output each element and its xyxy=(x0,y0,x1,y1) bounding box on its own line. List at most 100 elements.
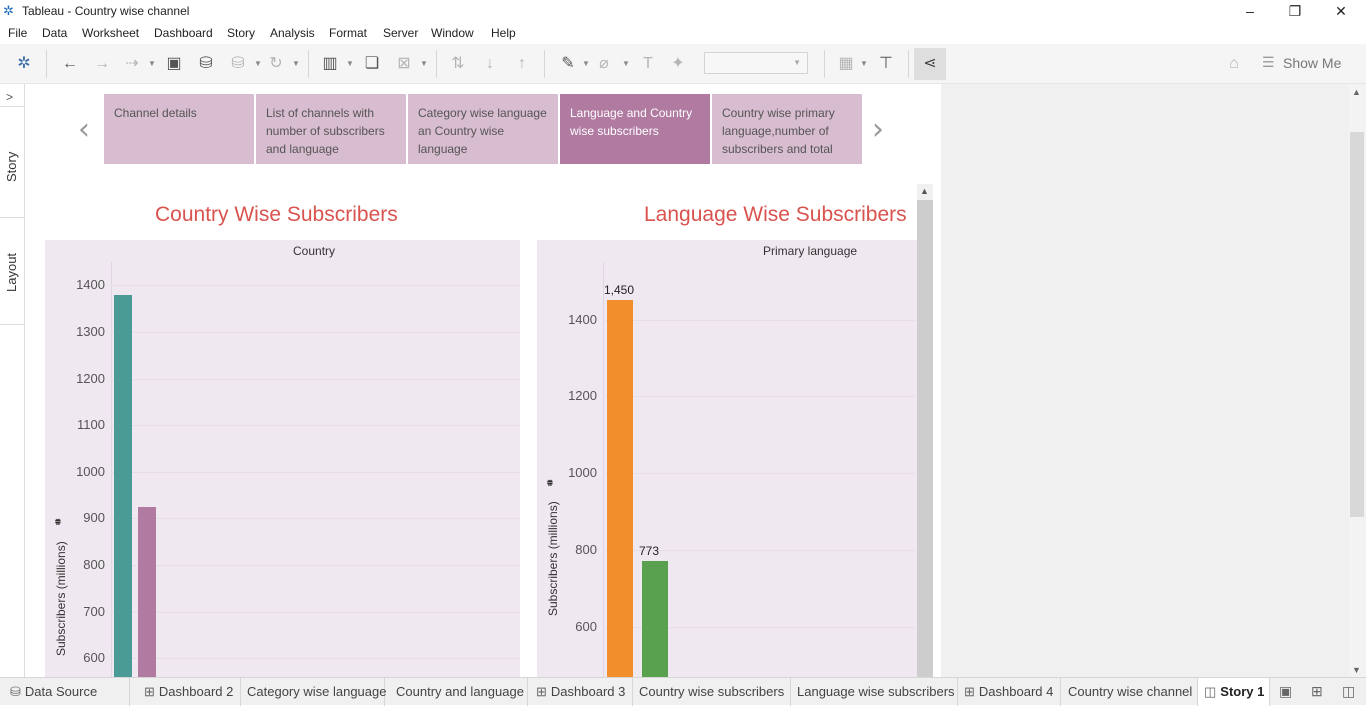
presentation-mode-icon[interactable]: ⊤ xyxy=(876,54,896,74)
bar-data-label: 773 xyxy=(639,543,660,558)
y-tick-label: 1400 xyxy=(76,277,105,293)
undo-icon[interactable]: ← xyxy=(60,54,80,74)
story-point-2[interactable]: List of channels with number of subscrib… xyxy=(256,94,406,164)
tab-dashboard-3[interactable]: ⊞ Dashboard 3 xyxy=(530,678,633,706)
sort-descending-icon[interactable]: ↑ xyxy=(512,54,532,74)
story-point-4[interactable]: Language and Country wise subscribers xyxy=(560,94,710,164)
minimize-icon[interactable]: – xyxy=(1230,1,1270,21)
restore-icon[interactable]: ❐ xyxy=(1275,1,1315,21)
chart2-y-axis-label: Subscribers (millions) xyxy=(546,501,560,616)
tab-category-wise-language[interactable]: Category wise language xyxy=(241,678,386,706)
format-painter-icon[interactable]: ⌂ xyxy=(1224,54,1244,74)
dashboard-icon: ⊞ xyxy=(144,684,155,699)
bar[interactable] xyxy=(114,294,132,677)
chart2-title: Language Wise Subscribers xyxy=(644,203,907,226)
menu-dashboard[interactable]: Dashboard xyxy=(154,26,213,40)
menu-server[interactable]: Server xyxy=(383,26,418,40)
tab-story-1[interactable]: ◫ Story 1 xyxy=(1198,678,1270,706)
right-scrollbar[interactable]: ▲ ▼ xyxy=(1349,84,1366,677)
duplicate-sheet-icon[interactable]: ❏ xyxy=(362,54,382,74)
y-tick-label: 1400 xyxy=(568,311,597,327)
menu-analysis[interactable]: Analysis xyxy=(270,26,315,40)
gridline xyxy=(603,473,915,475)
y-tick-label: 1300 xyxy=(76,323,105,339)
fit-dropdown[interactable]: ▼ xyxy=(704,52,808,74)
tab-language-wise-subscribers[interactable]: Language wise subscribers xyxy=(791,678,958,706)
swap-icon[interactable]: ⇅ xyxy=(448,54,468,74)
chart1-title: Country Wise Subscribers xyxy=(155,203,398,226)
gridline xyxy=(111,471,520,473)
y-tick-label: 1200 xyxy=(76,370,105,386)
story-point-1[interactable]: Channel details xyxy=(104,94,254,164)
story-icon: ◫ xyxy=(1204,684,1217,699)
y-tick-label: 1100 xyxy=(77,417,105,433)
menu-file[interactable]: File xyxy=(8,26,27,40)
y-tick-label: 800 xyxy=(575,542,597,558)
chart2-header: Primary language xyxy=(763,244,858,258)
tab-country-wise-subscribers[interactable]: Country wise subscribers xyxy=(633,678,791,706)
save-icon[interactable]: ▣ xyxy=(164,54,184,74)
new-worksheet-tab-icon[interactable]: ▣ xyxy=(1279,683,1292,700)
gridline xyxy=(111,285,520,287)
pin-icon[interactable]: ✦ xyxy=(668,54,688,74)
share-icon[interactable]: ⋖ xyxy=(914,48,946,80)
refresh-icon[interactable]: ↻ xyxy=(266,54,286,74)
y-tick-label: 700 xyxy=(83,603,105,619)
sort-ascending-icon[interactable]: ↓ xyxy=(480,54,500,74)
bar[interactable] xyxy=(138,506,156,677)
y-axis-line xyxy=(603,262,604,677)
previous-story-point-icon[interactable]: ‹ xyxy=(78,112,90,147)
right-scrollbar-thumb[interactable] xyxy=(1350,132,1364,517)
labels-icon[interactable]: T xyxy=(638,54,658,74)
layout-pane-tab[interactable]: Layout xyxy=(4,253,19,292)
pause-updates-icon[interactable]: ⛁ xyxy=(228,54,248,74)
clear-sheet-icon[interactable]: ⊠ xyxy=(394,54,414,74)
highlight-icon[interactable]: ✎ xyxy=(558,54,578,74)
chart1-header: Country xyxy=(293,244,336,258)
replay-icon[interactable]: ⇢ xyxy=(122,54,142,74)
expand-chevron-icon[interactable]: > xyxy=(6,90,13,104)
close-icon[interactable]: ✕ xyxy=(1321,1,1361,21)
story-point-5[interactable]: Country wise primary language,number of … xyxy=(712,94,862,164)
redo-icon[interactable]: → xyxy=(92,54,112,74)
menu-format[interactable]: Format xyxy=(329,26,367,40)
new-datasource-icon[interactable]: ⛁ xyxy=(196,54,216,74)
new-dashboard-tab-icon[interactable]: ⊞ xyxy=(1311,683,1323,700)
scroll-up-icon[interactable]: ▲ xyxy=(1352,87,1361,97)
dashboard-scrollbar[interactable]: ▲ xyxy=(917,184,933,677)
scroll-up-icon[interactable]: ▲ xyxy=(920,186,929,196)
tab-dashboard-2[interactable]: ⊞ Dashboard 2 xyxy=(138,678,241,706)
story-point-3[interactable]: Category wise language an Country wise l… xyxy=(408,94,558,164)
menu-worksheet[interactable]: Worksheet xyxy=(82,26,139,40)
chart1-y-axis-label: Subscribers (millions) xyxy=(54,541,68,656)
tableau-logo-icon: ✲ xyxy=(3,3,14,18)
group-icon[interactable]: ⌀ xyxy=(594,54,614,74)
menu-data[interactable]: Data xyxy=(42,26,67,40)
gridline xyxy=(111,331,520,333)
new-worksheet-icon[interactable]: ▥ xyxy=(320,54,340,74)
gridline xyxy=(111,658,520,660)
chart2-sort-icon[interactable]: ⩷ xyxy=(547,477,553,488)
title-bar: ✲ Tableau - Country wise channel – ❐ ✕ xyxy=(0,0,1366,22)
chart1-sort-icon[interactable]: ⩷ xyxy=(55,516,61,527)
menu-help[interactable]: Help xyxy=(491,26,516,40)
tab-country-and-language[interactable]: Country and language xyxy=(390,678,528,706)
dashboard-scrollbar-thumb[interactable] xyxy=(917,200,933,677)
scroll-down-icon[interactable]: ▼ xyxy=(1352,665,1361,675)
show-me-button[interactable]: Show Me xyxy=(1283,55,1341,71)
y-axis-line xyxy=(111,262,112,677)
bar[interactable] xyxy=(642,560,668,677)
bar[interactable] xyxy=(607,300,633,677)
new-story-tab-icon[interactable]: ◫ xyxy=(1342,683,1355,700)
tab-dashboard-4[interactable]: ⊞ Dashboard 4 xyxy=(958,678,1061,706)
menu-window[interactable]: Window xyxy=(431,26,474,40)
story-pane-tab[interactable]: Story xyxy=(4,152,19,182)
show-cards-icon[interactable]: ▦ xyxy=(836,54,856,74)
next-story-point-icon[interactable]: › xyxy=(872,112,884,147)
y-tick-label: 900 xyxy=(83,510,105,526)
menu-story[interactable]: Story xyxy=(227,26,255,40)
tab-data-source[interactable]: ⛁ Data Source xyxy=(4,678,130,706)
show-me-icon[interactable]: ☰ xyxy=(1262,54,1275,71)
tab-country-wise-channel[interactable]: Country wise channel xyxy=(1062,678,1198,706)
tableau-home-icon[interactable]: ✲ xyxy=(14,54,34,74)
